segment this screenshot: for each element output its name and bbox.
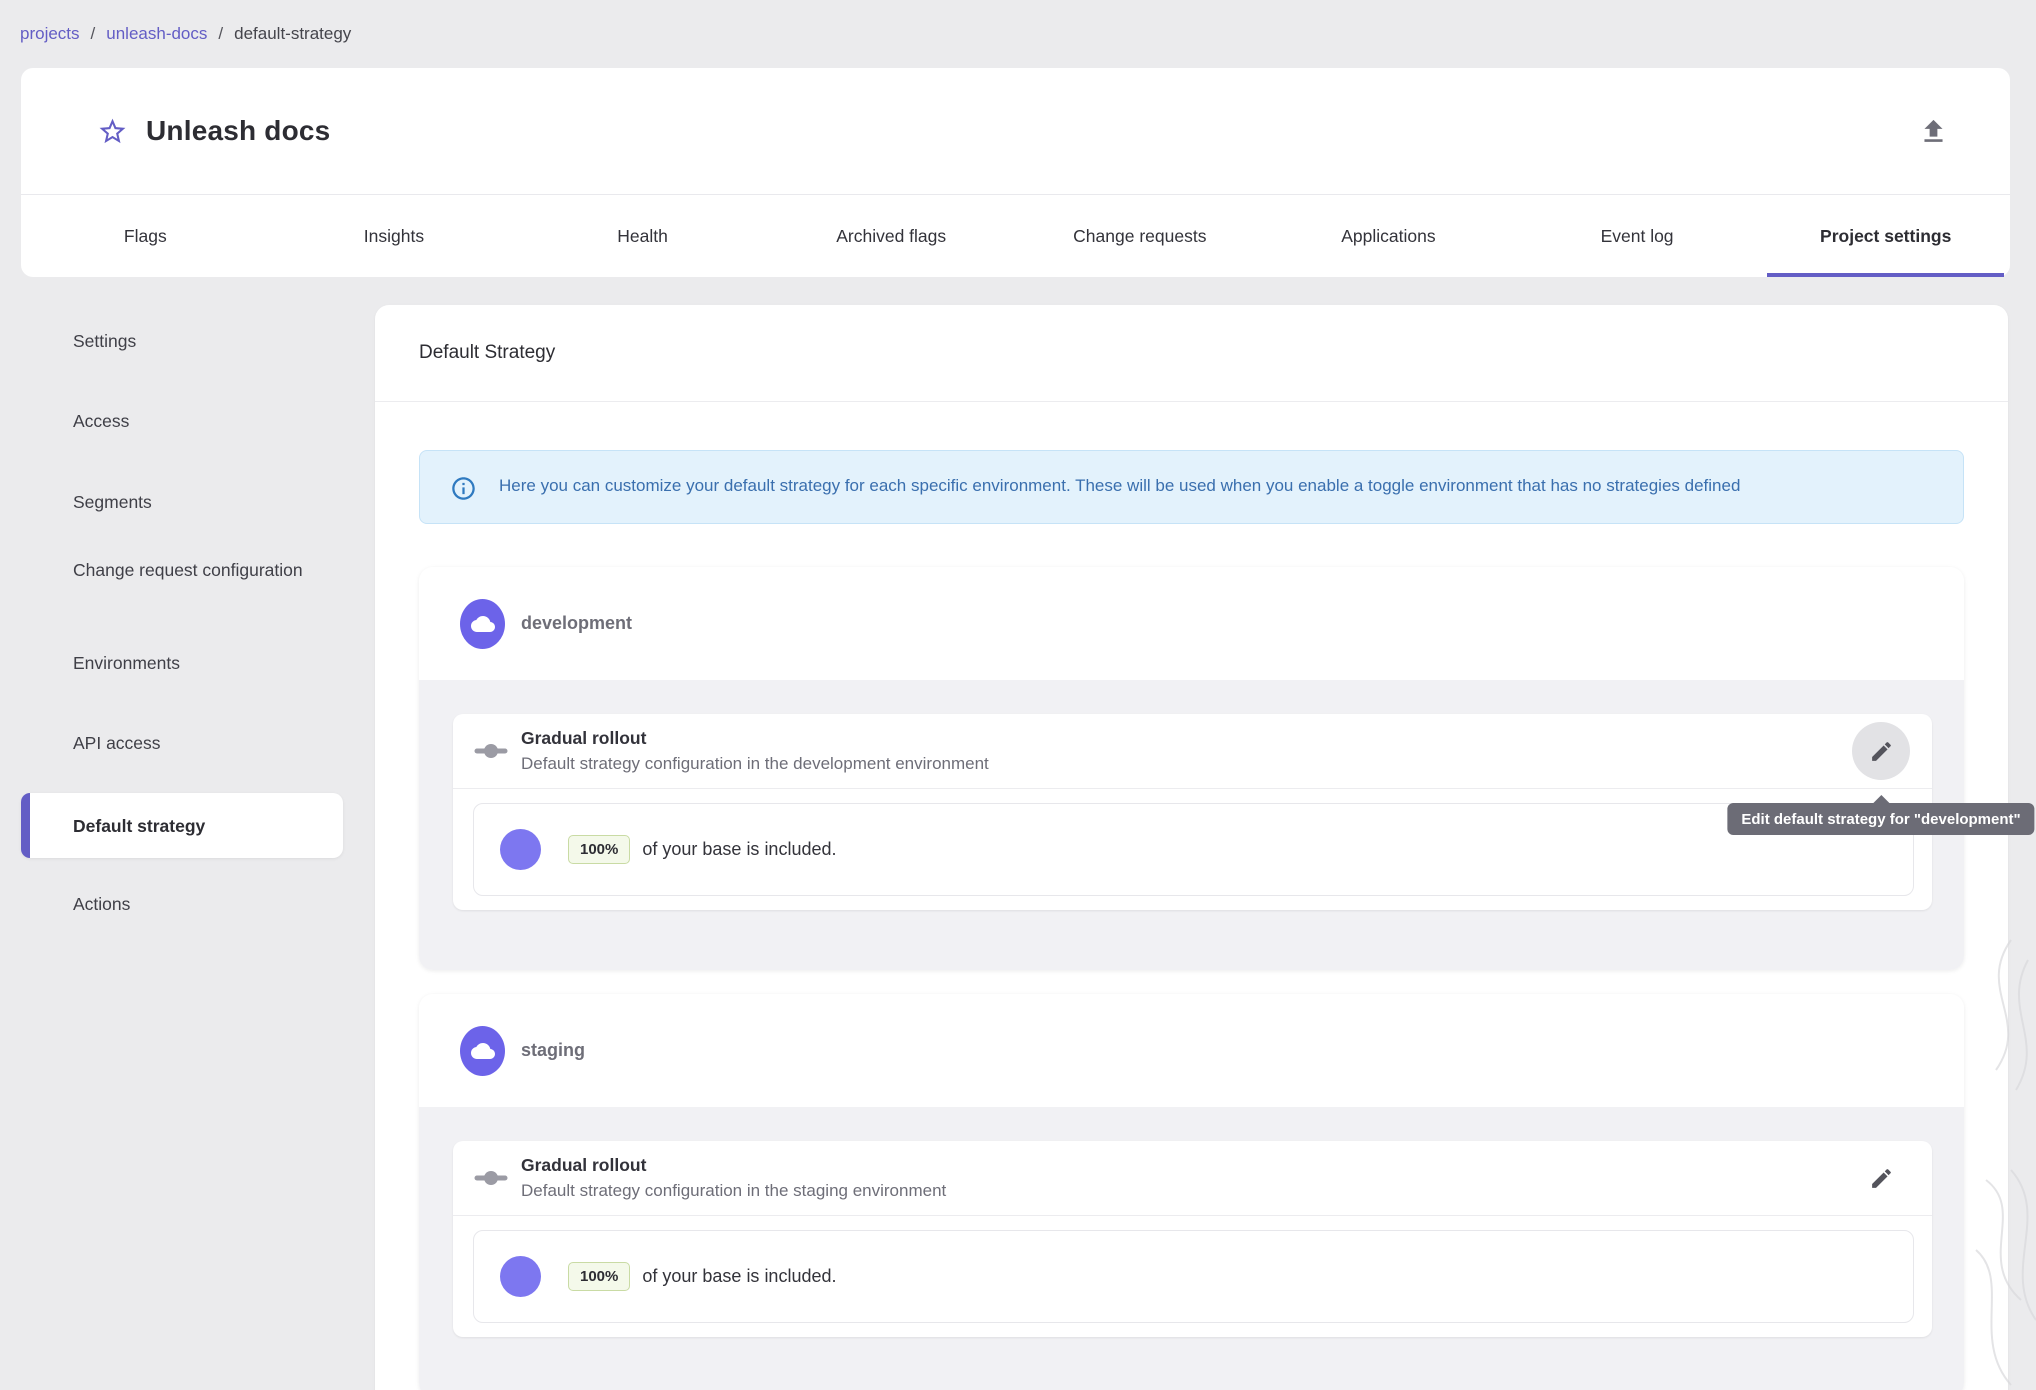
info-icon [452,477,475,500]
strategy-header: Gradual rollout Default strategy configu… [453,1141,1932,1216]
strategy-card: Gradual rollout Default strategy configu… [453,1141,1932,1337]
environment-card-staging: staging Gradual rollout Default strategy… [419,994,1964,1390]
rollout-description: of your base is included. [642,839,837,859]
tab-project-settings[interactable]: Project settings [1761,195,2010,277]
tab-insights[interactable]: Insights [270,195,519,277]
project-tabs: Flags Insights Health Archived flags Cha… [21,194,2010,277]
strategy-header: Gradual rollout Default strategy configu… [453,714,2035,835]
rollout-circle-icon [500,829,541,870]
pencil-icon [1871,1168,1891,1188]
breadcrumb: projects / unleash-docs / default-strate… [20,24,351,44]
sidebar-item-api-access[interactable]: API access [73,730,335,756]
strategy-description: Default strategy configuration in the st… [521,1181,947,1200]
sidebar-item-segments[interactable]: Segments [73,489,335,515]
strategy-titles: Gradual rollout Default strategy configu… [521,725,989,777]
panel-header: Default Strategy [375,305,2008,402]
rollout-percentage-badge: 100% [568,835,631,864]
edit-button-wrapper: Edit default strategy for "development" [1727,722,2035,835]
rollout-strategy-icon [473,1166,509,1190]
default-strategy-panel: Default Strategy Here you can customize … [375,305,2035,1390]
environment-header: development [419,567,1964,680]
environment-body: Gradual rollout Default strategy configu… [419,680,2035,970]
tab-archived-flags[interactable]: Archived flags [767,195,1016,277]
sidebar-item-change-request-configuration[interactable]: Change request configuration [73,557,335,583]
breadcrumb-link-projects[interactable]: projects [20,24,80,44]
tab-health[interactable]: Health [518,195,767,277]
tab-applications[interactable]: Applications [1264,195,1513,277]
cloud-environment-icon [460,598,505,649]
strategy-content: 100% of your base is included. [453,789,1932,910]
project-header: Unleash docs [21,68,2010,194]
pencil-icon [1871,741,1891,761]
edit-strategy-button-development[interactable] [1852,722,1910,780]
panel-body: Here you can customize your default stra… [375,402,2035,1390]
environment-card-development: development Gradual rollout Default stra… [419,567,2035,970]
page: projects / unleash-docs / default-strate… [0,0,2036,1390]
strategy-title: Gradual rollout [521,1155,647,1175]
strategy-titles: Gradual rollout Default strategy configu… [521,1152,946,1204]
info-alert-text: Here you can customize your default stra… [499,476,1741,495]
breadcrumb-current: default-strategy [234,24,352,43]
edit-strategy-button-staging[interactable] [1852,1149,1910,1207]
environment-body: Gradual rollout Default strategy configu… [419,1107,1964,1390]
export-project-button[interactable] [1912,110,1954,152]
info-alert: Here you can customize your default stra… [419,450,1964,524]
environment-name: development [521,613,633,633]
sidebar-item-environments[interactable]: Environments [73,650,335,676]
breadcrumb-link-project[interactable]: unleash-docs [106,24,207,44]
tab-change-requests[interactable]: Change requests [1016,195,1265,277]
rollout-summary: 100% of your base is included. [473,803,1914,896]
edit-strategy-tooltip: Edit default strategy for "development" [1727,803,2035,835]
rollout-percentage-badge: 100% [568,1262,631,1291]
rollout-strategy-icon [473,739,509,763]
breadcrumb-separator: / [90,24,96,43]
strategy-content: 100% of your base is included. [453,1216,1932,1337]
strategy-card: Gradual rollout Default strategy configu… [453,714,2035,910]
panel-title: Default Strategy [419,342,556,363]
sidebar-item-actions[interactable]: Actions [73,891,335,917]
tab-event-log[interactable]: Event log [1513,195,1762,277]
sidebar-item-default-strategy[interactable]: Default strategy [21,793,343,858]
favorite-star-button[interactable] [95,114,129,148]
rollout-summary: 100% of your base is included. [473,1230,1914,1323]
settings-sidebar: Settings Access Segments Change request … [21,277,375,1390]
file-upload-icon [1923,119,1943,142]
strategy-title: Gradual rollout [521,728,647,748]
star-outline-icon [99,118,125,143]
sidebar-item-access[interactable]: Access [73,408,335,434]
rollout-description: of your base is included. [642,1266,837,1286]
cloud-environment-icon [460,1025,505,1076]
edit-button-wrapper [1852,1149,1910,1207]
breadcrumb-separator: / [218,24,224,43]
strategy-description: Default strategy configuration in the de… [521,754,989,773]
sidebar-item-settings[interactable]: Settings [73,328,335,354]
page-title: Unleash docs [146,115,331,146]
tab-flags[interactable]: Flags [21,195,270,277]
environment-name: staging [521,1040,586,1060]
environment-header: staging [419,994,1964,1107]
rollout-circle-icon [500,1256,541,1297]
